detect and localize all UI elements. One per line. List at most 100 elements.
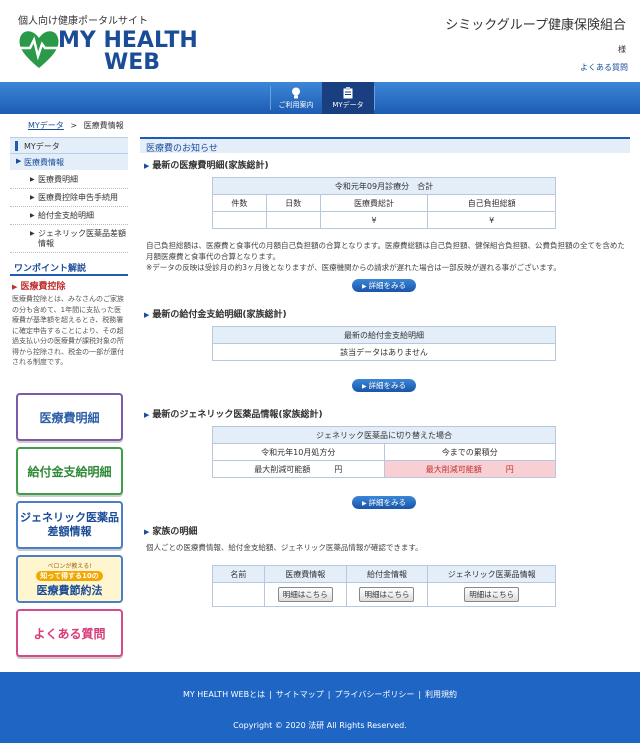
banner-label: 給付金支給明細: [27, 464, 112, 479]
nav-item-guide[interactable]: ご利用案内: [270, 82, 322, 114]
benefit-detail-link-button[interactable]: 明細はこちら: [359, 587, 415, 602]
column-header: 日数: [265, 194, 321, 212]
banner-saving-tips[interactable]: ペロンが教える! 知って得する10の 医療費節約法: [16, 555, 123, 603]
footer-link-terms[interactable]: 利用規約: [425, 690, 457, 699]
nav-item-guide-label: ご利用案内: [278, 101, 314, 109]
main-content: 医療費のお知らせ: [140, 137, 630, 154]
family-table: 名前 医療費情報 給付金情報 ジェネリック医薬品情報 明細はこちら 明細はこちら…: [212, 565, 556, 607]
breadcrumb-home-link[interactable]: MYデータ: [28, 121, 64, 130]
heart-logo-icon: [19, 31, 59, 68]
column-header: 医療費総計: [319, 194, 429, 212]
lightbulb-icon: [290, 87, 302, 99]
footer-link-about[interactable]: MY HEALTH WEBとは: [183, 690, 265, 699]
banner-label-line1: ジェネリック医薬品: [20, 511, 119, 524]
heading-marker: [15, 141, 18, 151]
note-text: ※データの反映は受診月の約3ヶ月後となりますが、医療機関からの請求が遅れた場合は…: [146, 263, 561, 272]
medical-detail-button[interactable]: ▶ 詳細をみる: [352, 279, 416, 292]
banner-small-text: ペロンが教える!: [47, 562, 92, 570]
triangle-right-icon: ▶: [144, 411, 150, 419]
column-header: 名前: [212, 565, 265, 583]
user-honorific: 様: [618, 45, 626, 54]
sidebar-item-medical-info[interactable]: ▶ 医療費情報: [10, 154, 128, 171]
section-title-generic: ▶ 最新のジェネリック医薬品情報(家族総計): [144, 407, 323, 420]
benefits-detail-button[interactable]: ▶ 詳細をみる: [352, 379, 416, 392]
sidebar-item-generic[interactable]: ▶ ジェネリック医薬品差額情報: [10, 225, 128, 253]
sidebar-item-label: 医療費明細: [38, 175, 78, 184]
triangle-right-icon: ▶: [30, 194, 35, 201]
banner-label: 医療費節約法: [36, 583, 103, 597]
copyright-text: Copyright © 2020 法研 All Rights Reserved.: [233, 721, 407, 730]
table-caption: 最新の給付金支給明細: [212, 326, 556, 344]
breadcrumb: MYデータ > 医療費情報: [28, 120, 124, 131]
main-navbar: ご利用案内 MYデータ: [0, 82, 640, 114]
triangle-right-icon: ▶: [16, 157, 22, 165]
sidebar-item-label: ジェネリック医薬品差額情報: [38, 229, 126, 248]
banner-benefits[interactable]: 給付金支給明細: [16, 447, 123, 495]
table-cell: 明細はこちら: [263, 582, 347, 607]
triangle-right-icon: ▶: [144, 528, 150, 536]
table-cell: [212, 211, 267, 229]
clipboard-icon: [342, 87, 354, 99]
banner-label: よくある質問: [33, 626, 106, 641]
footer-separator: |: [269, 690, 272, 699]
footer-separator: |: [327, 690, 331, 699]
table-cell: ¥: [319, 211, 429, 229]
generic-detail-button[interactable]: ▶ 詳細をみる: [352, 496, 416, 509]
triangle-right-icon: ▶: [30, 212, 35, 219]
banner-generic[interactable]: ジェネリック医薬品 差額情報: [16, 501, 123, 549]
organization-name: シミックグループ健康保険組合: [445, 18, 626, 33]
faq-link[interactable]: よくある質問: [580, 62, 628, 73]
column-header: ジェネリック医薬品情報: [427, 565, 556, 583]
sidebar-item-medical-details[interactable]: ▶ 医療費明細: [10, 171, 128, 189]
table-cell: 最大削減可能額 円: [212, 460, 385, 478]
column-header: 自己負担総額: [427, 194, 556, 212]
site-header: 個人向け健康ポータルサイト MY HEALTH WEB シミックグループ健康保険…: [0, 0, 640, 82]
section-title-family: ▶ 家族の明細: [144, 524, 197, 537]
medical-detail-link-button[interactable]: 明細はこちら: [277, 587, 333, 602]
benefits-table: 最新の給付金支給明細 該当データはありません: [212, 326, 556, 361]
chevron-right-icon: ▶: [361, 383, 367, 390]
sidebar-item-label: 給付金支給明細: [38, 211, 94, 220]
section-title-label: 最新の医療費明細(家族総計): [152, 161, 269, 171]
column-header: 今までの累積分: [383, 443, 556, 461]
sidebar-heading: MYデータ: [10, 137, 128, 154]
triangle-right-icon: ▶: [144, 311, 150, 319]
banner-medical-details[interactable]: 医療費明細: [16, 393, 123, 441]
breadcrumb-separator: >: [70, 121, 78, 130]
triangle-right-icon: ▶: [30, 230, 35, 237]
button-label: 詳細をみる: [368, 281, 407, 290]
tip-title: ▶ 医療費控除: [10, 279, 128, 292]
table-cell: 明細はこちら: [427, 582, 556, 607]
sidebar-item-deduction[interactable]: ▶ 医療費控除申告手続用: [10, 189, 128, 207]
page-title: 医療費のお知らせ: [140, 137, 630, 154]
column-header: 令和元年10月処方分: [212, 443, 385, 461]
triangle-right-icon: ▶: [12, 283, 18, 291]
site-logo[interactable]: MY HEALTH WEB: [18, 26, 218, 76]
nav-item-mydata-label: MYデータ: [332, 101, 364, 109]
banner-faq[interactable]: よくある質問: [16, 609, 123, 657]
nav-item-mydata[interactable]: MYデータ: [322, 82, 374, 114]
chevron-right-icon: ▶: [361, 500, 367, 507]
column-header: 医療費情報: [263, 565, 347, 583]
site-footer: MY HEALTH WEBとは | サイトマップ | プライバシーポリシー | 利用規約 C…: [0, 672, 640, 743]
section-title-benefits: ▶ 最新の給付金支給明細(家族総計): [144, 307, 287, 320]
button-label: 詳細をみる: [368, 381, 407, 390]
empty-message: 該当データはありません: [212, 343, 556, 361]
button-label: 詳細をみる: [368, 498, 407, 507]
footer-link-sitemap[interactable]: サイトマップ: [276, 690, 324, 699]
sidebar-item-label: 医療費情報: [24, 158, 64, 167]
generic-detail-link-button[interactable]: 明細はこちら: [464, 587, 520, 602]
table-cell: [212, 582, 265, 607]
generic-table: ジェネリック医薬品に切り替えた場合 令和元年10月処方分 今までの累積分 最大削…: [212, 426, 556, 478]
section-title-label: 最新のジェネリック医薬品情報(家族総計): [152, 410, 323, 420]
section-title-medical: ▶ 最新の医療費明細(家族総計): [144, 158, 269, 171]
triangle-right-icon: ▶: [144, 162, 150, 170]
footer-link-privacy[interactable]: プライバシーポリシー: [335, 690, 415, 699]
breadcrumb-current: 医療費情報: [83, 121, 124, 130]
medical-summary-table: 令和元年09月診療分 合計 件数 日数 医療費総計 自己負担総額 ¥ ¥: [212, 177, 556, 229]
sidebar-item-benefits[interactable]: ▶ 給付金支給明細: [10, 207, 128, 225]
logo-text-line2: WEB: [104, 50, 161, 75]
table-cell: [265, 211, 321, 229]
sidebar-item-label: 医療費控除申告手続用: [38, 193, 118, 202]
banner-label: 医療費明細: [39, 410, 100, 425]
